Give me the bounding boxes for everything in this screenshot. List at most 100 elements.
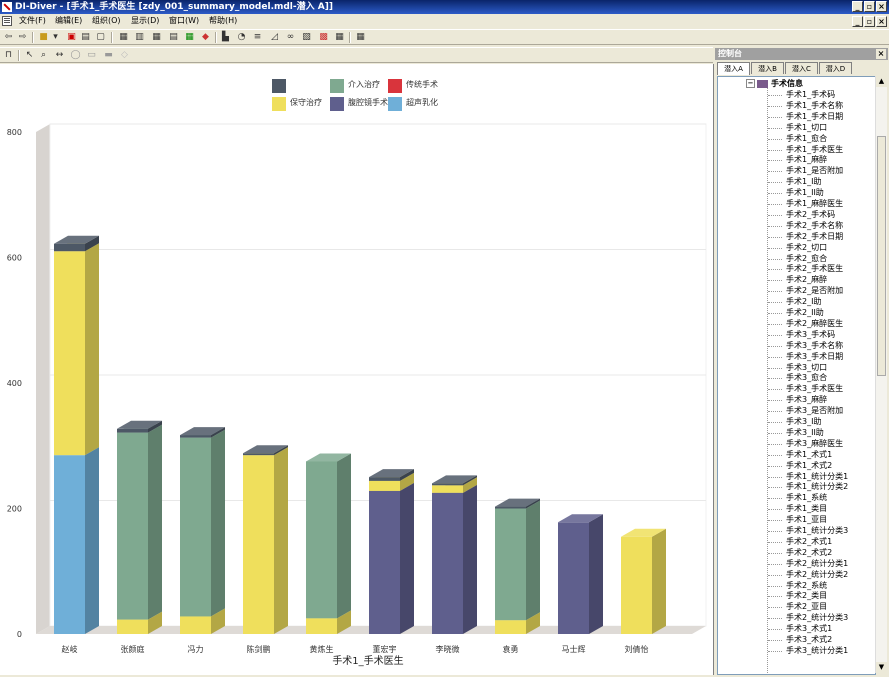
console-close-icon[interactable]: × bbox=[876, 49, 886, 59]
rotate-icon[interactable]: ◯ bbox=[70, 50, 81, 61]
back-icon[interactable]: ⇦ bbox=[3, 32, 14, 43]
palette-icon[interactable]: ▩ bbox=[318, 32, 329, 43]
tab-qianru-b[interactable]: 潜入B bbox=[751, 62, 784, 74]
tree-item[interactable]: 手术1_手术码 bbox=[767, 90, 835, 100]
document-icon[interactable] bbox=[2, 16, 12, 26]
tree-item[interactable]: 手术1_手术医生 bbox=[767, 145, 843, 155]
print-preview-icon[interactable]: ▢ bbox=[95, 32, 106, 43]
tab-qianru-d[interactable]: 潜入D bbox=[819, 62, 852, 74]
tree-item[interactable]: 手术3_麻醉 bbox=[767, 395, 827, 405]
hbar-chart-icon[interactable]: ≡ bbox=[252, 32, 263, 43]
tree-item[interactable]: 手术3_手术日期 bbox=[767, 352, 843, 362]
tree-item[interactable]: 手术2_麻醉医生 bbox=[767, 319, 843, 329]
tree-item[interactable]: 手术1_麻醉 bbox=[767, 155, 827, 165]
bar-chart-icon[interactable]: ▙ bbox=[220, 32, 231, 43]
minimize-button[interactable]: _ bbox=[852, 1, 863, 12]
field-tree[interactable]: − 手术信息 手术1_手术码 手术1_手术名称 手术1_手术日期 手术1_切口 手术1_愈… bbox=[717, 76, 876, 675]
doc-minimize-button[interactable]: _ bbox=[852, 16, 863, 27]
report-icon[interactable]: ▦ bbox=[334, 32, 345, 43]
tree-item[interactable]: 手术1_系统 bbox=[767, 493, 827, 503]
table-view-icon[interactable]: ▦ bbox=[118, 32, 129, 43]
tree-item[interactable]: 手术2_手术医生 bbox=[767, 264, 843, 274]
crosstab-icon[interactable]: ▥ bbox=[134, 32, 145, 43]
tree-item[interactable]: 手术3_是否附加 bbox=[767, 406, 843, 416]
menu-organize[interactable]: 组织(O) bbox=[89, 15, 124, 27]
tree-item[interactable]: 手术3_愈合 bbox=[767, 373, 827, 383]
scroll-up-icon[interactable]: ▲ bbox=[876, 76, 887, 87]
tree-item[interactable]: 手术1_切口 bbox=[767, 123, 827, 133]
tree-item[interactable]: 手术2_手术码 bbox=[767, 210, 835, 220]
tree-item[interactable]: 手术3_统计分类1 bbox=[767, 646, 848, 656]
scroll-down-icon[interactable]: ▼ bbox=[876, 662, 887, 673]
zoom-out-icon[interactable]: ▭ bbox=[86, 50, 97, 61]
tree-item[interactable]: 手术3_I助 bbox=[767, 417, 821, 427]
tree-item[interactable]: 手术2_是否附加 bbox=[767, 286, 843, 296]
tree-item[interactable]: 手术1_术式1 bbox=[767, 450, 832, 460]
tree-item[interactable]: 手术1_是否附加 bbox=[767, 166, 843, 176]
tree-item[interactable]: 手术2_麻醉 bbox=[767, 275, 827, 285]
tree-scrollbar[interactable]: ▲ ▼ bbox=[875, 76, 887, 673]
tree-item[interactable]: 手术2_II助 bbox=[768, 308, 824, 318]
binoculars-icon[interactable]: ∞ bbox=[285, 32, 296, 43]
tree-item[interactable]: 手术2_愈合 bbox=[767, 254, 827, 264]
menu-help[interactable]: 帮助(H) bbox=[206, 15, 240, 27]
flat-icon[interactable]: ▬ bbox=[103, 50, 114, 61]
tree-item[interactable]: 手术2_统计分类2 bbox=[767, 570, 848, 580]
tree-item[interactable]: 手术1_愈合 bbox=[767, 134, 827, 144]
zoom-icon[interactable]: ⌕ bbox=[38, 50, 49, 61]
menu-edit[interactable]: 编辑(E) bbox=[52, 15, 85, 27]
pan-horizontal-icon[interactable]: ↔ bbox=[54, 50, 65, 61]
tree-item[interactable]: 手术2_统计分类3 bbox=[767, 613, 848, 623]
line-chart-icon[interactable]: ◿ bbox=[269, 32, 280, 43]
print-icon[interactable]: ▤ bbox=[80, 32, 91, 43]
lock-icon[interactable]: ⊓ bbox=[3, 50, 14, 61]
doc-restore-button[interactable]: ▫ bbox=[864, 16, 875, 27]
tree-item[interactable]: 手术1_统计分类3 bbox=[767, 526, 848, 536]
restore-button[interactable]: ▫ bbox=[864, 1, 875, 12]
tree-item[interactable]: 手术1_麻醉医生 bbox=[767, 199, 843, 209]
forward-icon[interactable]: ⇨ bbox=[17, 32, 28, 43]
pie-chart-icon[interactable]: ◔ bbox=[236, 32, 247, 43]
dropdown-arrow-icon[interactable]: ▾ bbox=[50, 32, 61, 43]
menu-file[interactable]: 文件(F) bbox=[16, 15, 49, 27]
tree-item[interactable]: 手术2_术式1 bbox=[767, 537, 832, 547]
delete-icon[interactable]: ▣ bbox=[66, 32, 77, 43]
tree-item[interactable]: 手术2_术式2 bbox=[767, 548, 832, 558]
tree-item[interactable]: 手术1_统计分类1 bbox=[767, 472, 848, 482]
tree-item[interactable]: 手术2_统计分类1 bbox=[767, 559, 848, 569]
colored-table-icon[interactable]: ▦ bbox=[184, 32, 195, 43]
tree-item[interactable]: 手术1_统计分类2 bbox=[767, 482, 848, 492]
tab-qianru-a[interactable]: 潜入A bbox=[717, 62, 750, 75]
tree-item[interactable]: 手术1_亚目 bbox=[767, 515, 827, 525]
tree-item[interactable]: 手术1_手术名称 bbox=[767, 101, 843, 111]
tree-item[interactable]: 手术3_麻醉医生 bbox=[767, 439, 843, 449]
tree-item[interactable]: 手术3_II助 bbox=[768, 428, 824, 438]
collapse-icon[interactable]: − bbox=[746, 79, 755, 88]
summary-icon[interactable]: ▤ bbox=[168, 32, 179, 43]
tree-item[interactable]: 手术1_术式2 bbox=[767, 461, 832, 471]
tree-item[interactable]: 手术1_II助 bbox=[768, 188, 824, 198]
tree-item[interactable]: 手术2_手术日期 bbox=[767, 232, 843, 242]
tree-item[interactable]: 手术3_切口 bbox=[767, 363, 827, 373]
tree-item[interactable]: 手术2_手术名称 bbox=[767, 221, 843, 231]
tab-qianru-c[interactable]: 潜入C bbox=[785, 62, 818, 74]
tree-item[interactable]: 手术3_手术医生 bbox=[767, 384, 843, 394]
map-icon[interactable]: ▧ bbox=[301, 32, 312, 43]
menu-window[interactable]: 窗口(W) bbox=[166, 15, 202, 27]
eraser-icon[interactable]: ◇ bbox=[119, 50, 130, 61]
grid-view-icon[interactable]: ▦ bbox=[151, 32, 162, 43]
tree-item[interactable]: 手术1_I助 bbox=[767, 177, 821, 187]
tree-item[interactable]: 手术2_类目 bbox=[767, 591, 827, 601]
calendar-icon[interactable]: ▦ bbox=[355, 32, 366, 43]
tree-item[interactable]: 手术3_手术名称 bbox=[767, 341, 843, 351]
tree-item[interactable]: 手术3_手术码 bbox=[767, 330, 835, 340]
close-button[interactable]: × bbox=[876, 1, 887, 12]
tree-item[interactable]: 手术2_亚目 bbox=[767, 602, 827, 612]
open-folder-icon[interactable]: ■ bbox=[38, 32, 49, 43]
tree-item[interactable]: 手术1_类目 bbox=[767, 504, 827, 514]
scroll-thumb[interactable] bbox=[877, 136, 886, 376]
doc-close-button[interactable]: × bbox=[876, 16, 887, 27]
menu-display[interactable]: 显示(D) bbox=[128, 15, 162, 27]
tree-item[interactable]: 手术2_系统 bbox=[767, 581, 827, 591]
tree-item[interactable]: 手术1_手术日期 bbox=[767, 112, 843, 122]
